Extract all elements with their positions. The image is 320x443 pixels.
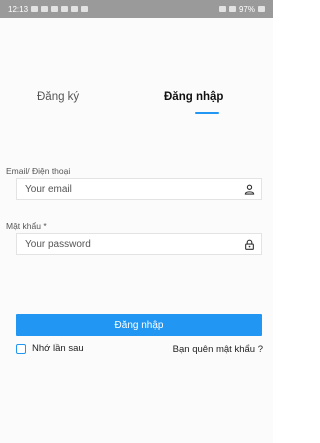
notification-icon	[61, 6, 69, 12]
signal-icon	[218, 6, 226, 12]
forgot-password-link[interactable]: Bạn quên mật khẩu ?	[173, 344, 263, 355]
email-field[interactable]	[25, 183, 243, 195]
password-label: Mật khẩu *	[6, 221, 47, 231]
notification-icon	[71, 6, 79, 12]
remember-label: Nhớ lần sau	[32, 343, 84, 354]
login-screen: Đăng ký Đăng nhập Email/ Điện thoại Mật …	[0, 18, 273, 443]
status-time: 12:13	[8, 4, 29, 14]
notification-icon	[81, 6, 89, 12]
notification-icon	[51, 6, 59, 12]
status-bar: 12:13 97%	[0, 0, 273, 18]
battery-icon	[258, 6, 265, 12]
tab-register[interactable]: Đăng ký	[37, 90, 79, 104]
email-field-container	[16, 178, 262, 200]
password-field-container	[16, 233, 262, 255]
remember-checkbox[interactable]	[16, 343, 26, 354]
remember-me[interactable]: Nhớ lần sau	[16, 343, 84, 354]
email-label: Email/ Điện thoại	[6, 166, 71, 176]
tab-login[interactable]: Đăng nhập	[164, 90, 223, 104]
login-button[interactable]: Đăng nhập	[16, 314, 262, 336]
wifi-icon	[228, 6, 236, 12]
user-icon	[243, 183, 255, 195]
battery-level: 97%	[238, 4, 255, 14]
status-right: 97%	[218, 4, 265, 14]
notification-icon	[31, 6, 39, 12]
active-tab-indicator	[195, 112, 219, 114]
lock-icon	[243, 238, 255, 250]
password-field[interactable]	[25, 238, 243, 250]
notification-icon	[41, 6, 49, 12]
auth-tabs: Đăng ký Đăng nhập	[0, 90, 273, 120]
status-left: 12:13	[8, 4, 89, 14]
